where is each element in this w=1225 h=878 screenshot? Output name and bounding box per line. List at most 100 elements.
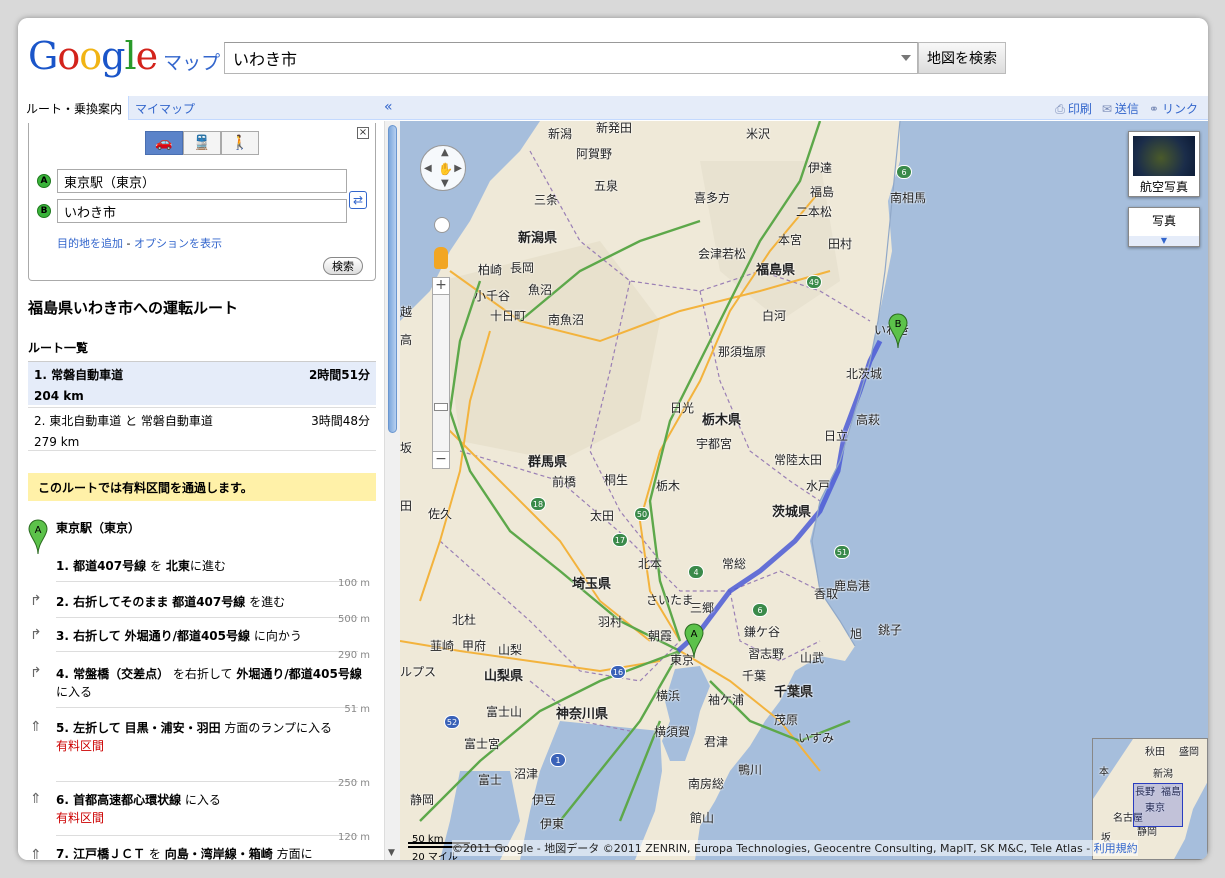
swap-directions-icon[interactable]: ⇄ bbox=[349, 191, 367, 209]
route-option-1[interactable]: 1. 常磐自動車道 2時間51分 204 km bbox=[28, 361, 376, 405]
map-canvas[interactable]: 新潟 新発田 米沢 阿賀野 五泉 三条 喜多方 伊達 福島 南相馬 二本松 新潟… bbox=[400, 121, 1208, 860]
route-option-2[interactable]: 2. 東北自動車道 と 常磐自動車道 3時間48分 279 km bbox=[28, 407, 376, 451]
map-label: 群馬県 bbox=[528, 455, 568, 470]
merge-icon: ⇑ bbox=[30, 791, 42, 807]
map-label: 福島 bbox=[810, 185, 835, 199]
map-label: 横浜 bbox=[656, 689, 681, 703]
map-label: 栃木県 bbox=[702, 413, 742, 428]
link-link[interactable]: ⚭ リンク bbox=[1149, 100, 1198, 117]
map-label: 本宮 bbox=[778, 233, 803, 247]
google-logo[interactable]: Google マップ bbox=[28, 36, 220, 76]
map-label: 桐生 bbox=[604, 473, 629, 487]
pin-b-icon: B bbox=[37, 204, 51, 218]
zoom-slider-thumb[interactable] bbox=[434, 403, 448, 411]
transit-mode-icon[interactable]: 🚆 bbox=[183, 131, 221, 155]
map-label: 小千谷 bbox=[474, 289, 511, 303]
route-distance: 279 km bbox=[34, 435, 80, 449]
map-label: 太田 bbox=[590, 509, 615, 523]
scrollbar-thumb[interactable] bbox=[388, 125, 397, 433]
search-map-button[interactable]: 地図を検索 bbox=[918, 42, 1006, 74]
satellite-toggle[interactable]: 航空写真 bbox=[1128, 131, 1200, 197]
search-input[interactable] bbox=[225, 43, 917, 73]
panel-toolbar: ルート・乗換案内 マイマップ « ⎙ 印刷 ✉ 送信 ⚭ リンク bbox=[18, 96, 1208, 120]
add-destination-link[interactable]: 目的地を追加 bbox=[57, 237, 123, 250]
step-3[interactable]: 3. 右折して 外堀通り/都道405号線 に向かう bbox=[56, 627, 376, 645]
overview-viewport[interactable] bbox=[1133, 783, 1183, 827]
terms-link[interactable]: 利用規約 bbox=[1094, 842, 1138, 855]
zoom-in-icon[interactable]: + bbox=[432, 277, 450, 295]
route-name: 1. 常磐自動車道 bbox=[34, 368, 124, 382]
search-box[interactable] bbox=[224, 42, 918, 74]
tab-mymaps[interactable]: マイマップ bbox=[129, 96, 203, 120]
pan-right-icon[interactable]: ▶ bbox=[454, 163, 462, 174]
route-shield: 52 bbox=[444, 715, 460, 729]
map-label: 神奈川県 bbox=[556, 707, 609, 722]
map-label: 君津 bbox=[704, 735, 729, 749]
collapse-panel-icon[interactable]: « bbox=[384, 99, 393, 115]
keep-right-icon: ⇑ bbox=[30, 847, 42, 860]
show-options-link[interactable]: オプションを表示 bbox=[134, 237, 222, 250]
turn-right-icon: ↱ bbox=[30, 627, 42, 643]
marker-b-icon[interactable]: B bbox=[888, 313, 908, 349]
map-label: 米沢 bbox=[746, 127, 771, 141]
map-label: 栃木 bbox=[656, 479, 681, 493]
pan-left-icon[interactable]: ◀ bbox=[424, 163, 432, 174]
map-label: 会津若松 bbox=[698, 247, 747, 261]
step-road: 外堀通り/都道405号線 bbox=[236, 667, 362, 681]
print-link[interactable]: ⎙ 印刷 bbox=[1055, 100, 1092, 117]
step-7[interactable]: 7. 江戸橋ＪＣＴ を 向島・湾岸線・箱崎 方面に bbox=[56, 845, 376, 860]
step-5[interactable]: 5. 左折して 目黒・浦安・羽田 方面のランプに入る 有料区間 bbox=[56, 719, 376, 755]
car-mode-icon[interactable]: 🚗 bbox=[145, 131, 183, 155]
route-shield: 50 bbox=[634, 507, 650, 521]
step-text: 5. 左折して bbox=[56, 721, 121, 735]
step-road: 都道407号線 bbox=[172, 595, 246, 609]
pan-control[interactable]: ▲ ▼ ◀ ▶ ✋ bbox=[420, 145, 466, 191]
map-label: ルプス bbox=[400, 665, 437, 679]
route-time: 3時間48分 bbox=[311, 414, 370, 428]
pan-up-icon[interactable]: ▲ bbox=[441, 147, 449, 158]
step-1[interactable]: 1. 都道407号線 を 北東に進む bbox=[56, 557, 376, 575]
destination-input[interactable] bbox=[57, 199, 347, 223]
pegman-icon[interactable] bbox=[434, 247, 448, 269]
logo-text: Google bbox=[28, 34, 158, 78]
toll-label: 有料区間 bbox=[56, 811, 105, 825]
step-text: 3. 右折して bbox=[56, 629, 121, 643]
step-4[interactable]: 4. 常盤橋（交差点） を右折して 外堀通り/都道405号線 に入る bbox=[56, 665, 376, 701]
get-directions-button[interactable]: 検索 bbox=[323, 257, 363, 275]
step-6[interactable]: 6. 首都高速都心環状線 に入る 有料区間 bbox=[56, 791, 376, 827]
step-text: を bbox=[149, 559, 162, 573]
route-title: 福島県いわき市への運転ルート bbox=[28, 299, 239, 317]
svg-text:A: A bbox=[35, 525, 42, 536]
printer-icon: ⎙ bbox=[1055, 102, 1065, 116]
keep-left-icon: ⇑ bbox=[30, 719, 42, 735]
photo-toggle[interactable]: 写真 ▼ bbox=[1128, 207, 1200, 247]
map-label: 田村 bbox=[828, 237, 853, 251]
scroll-down-arrow-icon[interactable]: ▼ bbox=[388, 848, 395, 858]
dropdown-arrow-icon[interactable] bbox=[901, 55, 911, 61]
origin-input[interactable] bbox=[57, 169, 347, 193]
map-label: 日光 bbox=[670, 401, 695, 415]
step-2[interactable]: 2. 右折してそのまま 都道407号線 を進む bbox=[56, 593, 376, 611]
step-road: 1. 都道407号線 bbox=[56, 559, 147, 573]
zoom-out-icon[interactable]: − bbox=[432, 451, 450, 469]
map-label: 北杜 bbox=[452, 613, 477, 627]
step-landmark: 4. 常盤橋（交差点） bbox=[56, 667, 170, 681]
copyright-text: ©2011 Google - 地図データ ©2011 ZENRIN, Europ… bbox=[452, 842, 1091, 855]
panel-scrollbar[interactable]: ▼ bbox=[384, 121, 400, 860]
pan-down-icon[interactable]: ▼ bbox=[441, 178, 449, 189]
recenter-icon[interactable] bbox=[434, 217, 450, 233]
route-shield: 51 bbox=[834, 545, 850, 559]
map-label: 山梨 bbox=[498, 643, 523, 657]
close-icon[interactable]: × bbox=[357, 127, 369, 139]
chevron-down-icon[interactable]: ▼ bbox=[1129, 236, 1199, 246]
map-label: 高萩 bbox=[856, 413, 881, 427]
tab-directions[interactable]: ルート・乗換案内 bbox=[18, 96, 130, 120]
marker-a-icon: A bbox=[28, 519, 48, 555]
zoom-slider-track[interactable] bbox=[432, 295, 450, 451]
walk-mode-icon[interactable]: 🚶 bbox=[221, 131, 259, 155]
marker-a-icon[interactable]: A bbox=[684, 623, 704, 659]
overview-label: 盛岡 bbox=[1179, 747, 1199, 758]
route-distance: 204 km bbox=[34, 389, 84, 403]
step-text: に入る bbox=[56, 685, 93, 699]
send-link[interactable]: ✉ 送信 bbox=[1102, 100, 1139, 117]
